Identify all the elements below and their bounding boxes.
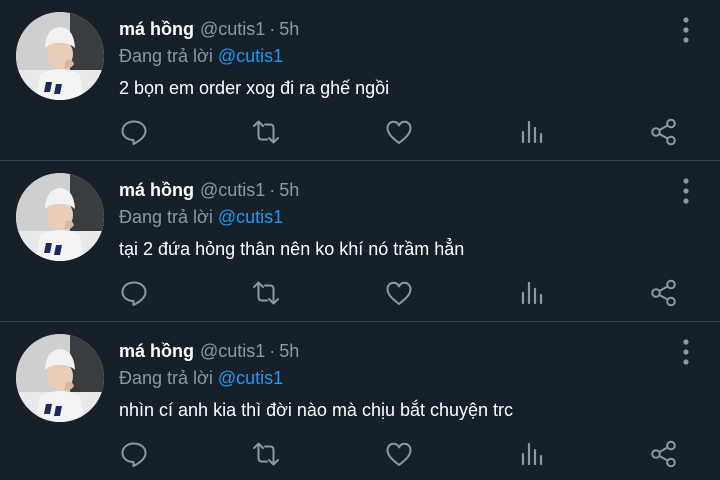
tweet-header: má hồng @cutis1 · 5h [119,338,299,364]
tweet-feed: má hồng @cutis1 · 5h Đang trả lời @cutis1 2 … [0,0,720,480]
like-icon[interactable] [383,277,415,309]
replying-label: Đang trả lời [119,46,213,66]
more-icon[interactable] [678,177,694,205]
tweet[interactable]: má hồng @cutis1 · 5h Đang trả lời @cutis1 nh… [0,322,720,480]
more-icon[interactable] [678,16,694,44]
tweet-header: má hồng @cutis1 · 5h [119,16,299,42]
views-icon[interactable] [516,438,548,470]
timestamp[interactable]: 5h [279,19,299,39]
share-icon[interactable] [648,116,680,148]
replying-label: Đang trả lời [119,207,213,227]
views-icon[interactable] [516,116,548,148]
reply-icon[interactable] [118,116,150,148]
user-handle[interactable]: @cutis1 [200,180,265,200]
user-handle[interactable]: @cutis1 [200,19,265,39]
more-icon[interactable] [678,338,694,366]
views-icon[interactable] [516,277,548,309]
timestamp[interactable]: 5h [279,341,299,361]
display-name[interactable]: má hồng [119,341,194,361]
tweet-header: má hồng @cutis1 · 5h [119,177,299,203]
separator-dot: · [269,19,276,39]
user-handle[interactable]: @cutis1 [200,341,265,361]
replying-to-line: Đang trả lời @cutis1 [119,204,283,230]
timestamp[interactable]: 5h [279,180,299,200]
tweet[interactable]: má hồng @cutis1 · 5h Đang trả lời @cutis1 2 … [0,0,720,161]
mention-link[interactable]: @cutis1 [218,46,283,66]
like-icon[interactable] [383,116,415,148]
reply-icon[interactable] [118,277,150,309]
separator-dot: · [269,180,276,200]
retweet-icon[interactable] [250,277,282,309]
replying-to-line: Đang trả lời @cutis1 [119,43,283,69]
share-icon[interactable] [648,438,680,470]
retweet-icon[interactable] [250,438,282,470]
like-icon[interactable] [383,438,415,470]
replying-label: Đang trả lời [119,368,213,388]
action-bar [0,277,720,309]
tweet-text: nhìn cí anh kia thì đời nào mà chịu bắt … [119,400,514,420]
replying-to-line: Đang trả lời @cutis1 [119,365,283,391]
share-icon[interactable] [648,277,680,309]
tweet-text: tại 2 đứa hỏng thân nên ko khí nó trầm h… [119,239,465,259]
avatar[interactable] [16,173,104,261]
tweet-text: 2 bọn em order xog đi ra ghế ngồi [119,78,390,98]
display-name[interactable]: má hồng [119,180,194,200]
action-bar [0,116,720,148]
retweet-icon[interactable] [250,116,282,148]
action-bar [0,438,720,470]
tweet[interactable]: má hồng @cutis1 · 5h Đang trả lời @cutis1 tạ… [0,161,720,322]
avatar[interactable] [16,12,104,100]
reply-icon[interactable] [118,438,150,470]
avatar[interactable] [16,334,104,422]
mention-link[interactable]: @cutis1 [218,207,283,227]
display-name[interactable]: má hồng [119,19,194,39]
separator-dot: · [269,341,276,361]
mention-link[interactable]: @cutis1 [218,368,283,388]
